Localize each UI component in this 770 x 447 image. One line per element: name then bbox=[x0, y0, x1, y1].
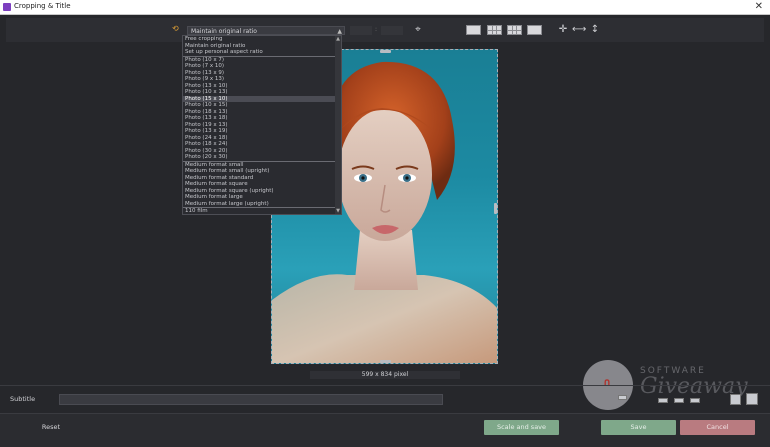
aspect-ratio-select[interactable]: Maintain original ratio ▲ bbox=[187, 26, 345, 35]
dropdown-option[interactable]: Set up personal aspect ratio bbox=[183, 49, 341, 57]
subtitle-input[interactable] bbox=[59, 394, 443, 405]
frame-large-icon[interactable] bbox=[746, 393, 758, 405]
scroll-up-icon[interactable]: ▲ bbox=[335, 36, 341, 42]
crop-handle-top[interactable] bbox=[380, 50, 391, 53]
grid-thirds-icon[interactable] bbox=[487, 25, 502, 35]
dropdown-option[interactable]: 110 film bbox=[183, 208, 341, 214]
height-input[interactable] bbox=[381, 26, 403, 35]
frame-small-icon[interactable] bbox=[730, 394, 741, 405]
rotate-ratio-icon[interactable]: ⟲ bbox=[172, 25, 180, 33]
window-title: Cropping & Title bbox=[14, 2, 71, 10]
reset-button[interactable]: Reset bbox=[6, 420, 96, 435]
dropdown-scrollbar[interactable]: ▲ ▼ bbox=[335, 36, 341, 214]
crop-toolbar: ⟲ Maintain original ratio ▲ : ⌖ ✛ ⟷ ↕ bbox=[6, 18, 764, 42]
dropdown-option[interactable]: Medium format large (upright) bbox=[183, 201, 341, 208]
close-icon[interactable]: ✕ bbox=[755, 0, 763, 14]
cancel-button[interactable]: Cancel bbox=[680, 420, 755, 435]
save-button[interactable]: Save bbox=[601, 420, 676, 435]
crosshair-icon[interactable]: ✛ bbox=[557, 24, 569, 36]
size-separator: : bbox=[375, 26, 378, 33]
scale-and-save-button[interactable]: Scale and save bbox=[484, 420, 559, 435]
vertical-arrows-icon[interactable]: ↕ bbox=[590, 24, 600, 36]
image-size-label: 599 x 834 pixel bbox=[310, 371, 460, 379]
aspect-ratio-dropdown[interactable]: Free cropping Maintain original ratio Set … bbox=[182, 35, 342, 215]
position-right-icon[interactable] bbox=[690, 398, 700, 403]
title-bar: Cropping & Title ✕ bbox=[0, 0, 770, 15]
position-left-icon[interactable] bbox=[658, 398, 668, 403]
center-target-icon[interactable]: ⌖ bbox=[411, 24, 425, 36]
aspect-ratio-options: Free cropping Maintain original ratio Set … bbox=[183, 36, 341, 214]
scroll-down-icon[interactable]: ▼ bbox=[335, 208, 341, 214]
grid-diagonal-icon[interactable] bbox=[527, 25, 542, 35]
position-center-icon[interactable] bbox=[674, 398, 684, 403]
dropdown-option[interactable]: Photo (20 x 30) bbox=[183, 154, 341, 162]
aspect-ratio-value: Maintain original ratio bbox=[191, 28, 257, 35]
grid-none-icon[interactable] bbox=[466, 25, 481, 35]
crop-handle-bottom[interactable] bbox=[380, 360, 391, 363]
subtitle-row: Subtitle bbox=[0, 385, 770, 412]
width-input[interactable] bbox=[350, 26, 372, 35]
grid-fine-icon[interactable] bbox=[507, 25, 522, 35]
position-top-icon[interactable] bbox=[618, 395, 627, 400]
subtitle-label: Subtitle bbox=[10, 395, 36, 403]
app-icon bbox=[3, 3, 11, 11]
crop-handle-right[interactable] bbox=[494, 203, 497, 214]
bottom-bar: Reset Scale and save Save Cancel bbox=[0, 413, 770, 447]
horizontal-arrows-icon[interactable]: ⟷ bbox=[572, 24, 586, 36]
